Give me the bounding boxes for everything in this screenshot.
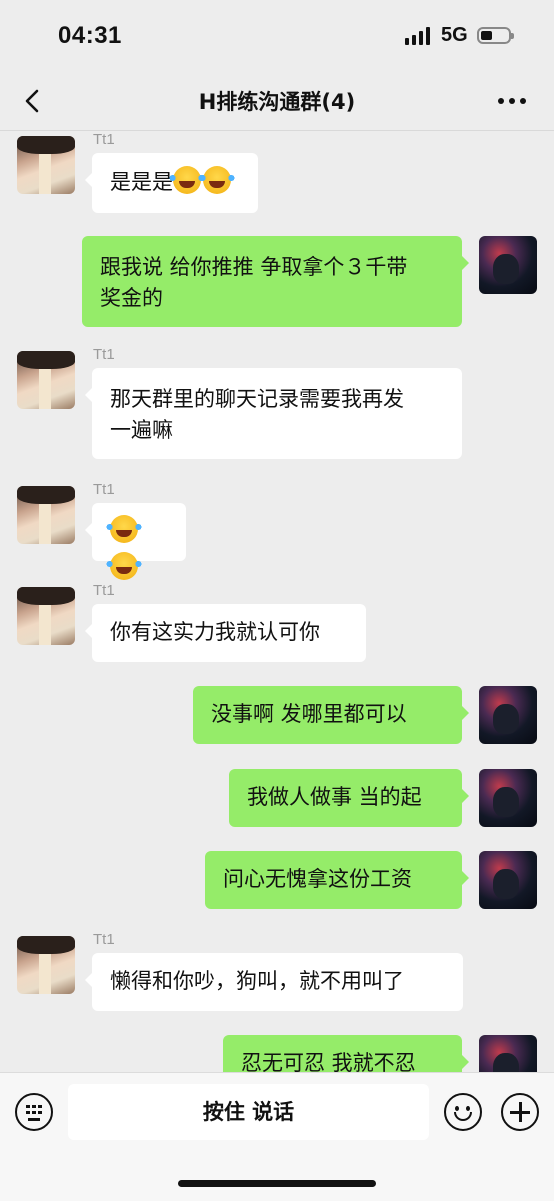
status-time: 04:31 <box>58 22 122 49</box>
battery-icon <box>477 27 514 44</box>
avatar[interactable] <box>479 1035 537 1072</box>
sender-name: Tt1 <box>93 582 115 599</box>
status-bar: 04:31 5G <box>0 0 554 74</box>
keyboard-icon[interactable] <box>15 1093 53 1131</box>
home-indicator <box>178 1180 376 1187</box>
chat-title: H排练沟通群(4) <box>198 90 356 114</box>
sender-name: Tt1 <box>93 481 115 498</box>
message-bubble[interactable] <box>85 503 186 580</box>
message-bubble[interactable]: 是是是 <box>85 153 258 213</box>
avatar[interactable] <box>17 587 75 645</box>
message-bubble[interactable]: 没事啊 发哪里都可以 <box>193 686 469 744</box>
hold-to-talk-button[interactable]: 按住 说话 <box>68 1084 429 1140</box>
message-text: 懒得和你吵，狗叫，就不用叫了 <box>110 969 404 993</box>
message-text: 问心无愧拿这份工资 <box>223 867 412 891</box>
sender-name: Tt1 <box>93 131 115 148</box>
avatar[interactable] <box>17 136 75 194</box>
message-bubble[interactable]: 懒得和你吵，狗叫，就不用叫了 <box>85 953 463 1011</box>
laughing-tears-emoji <box>199 166 235 194</box>
message-text: 我做人做事 当的起 <box>247 785 422 809</box>
message-bubble[interactable]: 跟我说 给你推推 争取拿个３千带 奖金的 <box>82 236 469 327</box>
avatar[interactable] <box>479 236 537 294</box>
avatar[interactable] <box>17 486 75 544</box>
message-text: 是是是 <box>110 170 173 194</box>
avatar[interactable] <box>17 351 75 409</box>
emoji-icon[interactable] <box>444 1093 482 1131</box>
message-bubble[interactable]: 你有这实力我就认可你 <box>85 604 366 662</box>
plus-icon[interactable] <box>501 1093 539 1131</box>
laughing-tears-emoji <box>169 166 205 194</box>
avatar[interactable] <box>479 851 537 909</box>
message-bubble[interactable]: 我做人做事 当的起 <box>229 769 469 827</box>
sender-name: Tt1 <box>93 931 115 948</box>
message-list[interactable]: Tt1 是是是 跟我说 给你推推 争取拿个３千带 奖金的 Tt1 那天群里的聊天… <box>0 131 554 1072</box>
laughing-tears-emoji <box>106 515 142 543</box>
sender-name: Tt1 <box>93 346 115 363</box>
message-bubble[interactable]: 那天群里的聊天记录需要我再发 一遍嘛 <box>85 368 462 459</box>
avatar[interactable] <box>17 936 75 994</box>
chat-header: H排练沟通群(4) <box>0 74 554 131</box>
avatar[interactable] <box>479 769 537 827</box>
more-dots-icon[interactable] <box>498 94 532 108</box>
avatar[interactable] <box>479 686 537 744</box>
message-bubble[interactable]: 忍无可忍 我就不忍 <box>223 1035 469 1072</box>
message-text: 忍无可忍 我就不忍 <box>241 1051 416 1072</box>
signal-icon <box>405 27 430 45</box>
message-bubble[interactable]: 问心无愧拿这份工资 <box>205 851 469 909</box>
message-text: 没事啊 发哪里都可以 <box>211 702 407 726</box>
laughing-tears-emoji <box>106 552 142 580</box>
network-type: 5G <box>441 24 468 46</box>
message-text: 你有这实力我就认可你 <box>110 620 320 644</box>
